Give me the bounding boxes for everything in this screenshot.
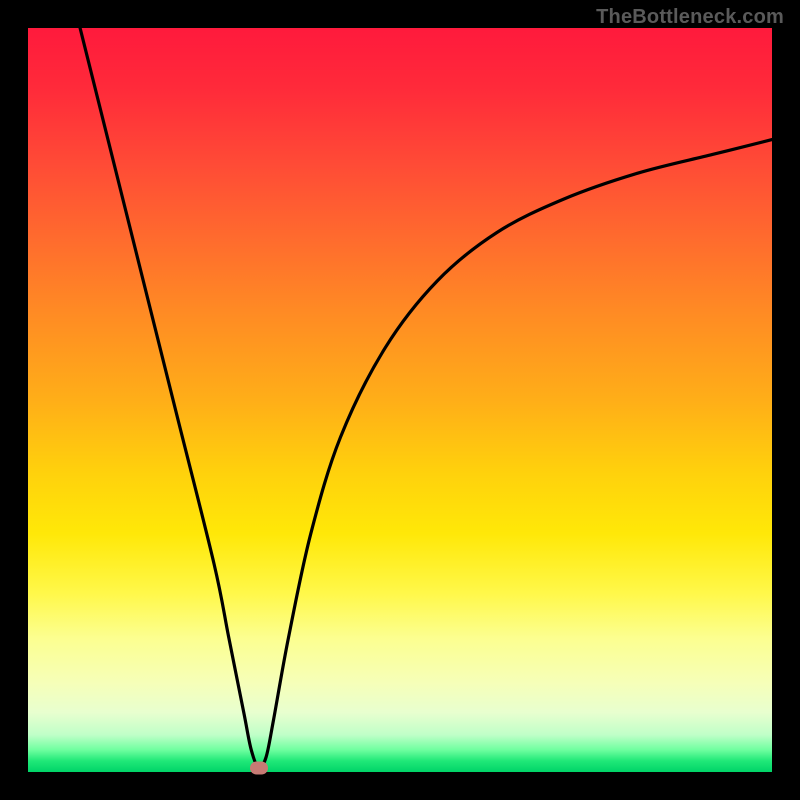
bottleneck-curve-svg	[28, 28, 772, 772]
chart-frame: TheBottleneck.com	[0, 0, 800, 800]
watermark-text: TheBottleneck.com	[596, 6, 784, 29]
curve-minimum-marker	[250, 761, 268, 774]
plot-area	[28, 28, 772, 772]
bottleneck-curve	[80, 28, 772, 768]
